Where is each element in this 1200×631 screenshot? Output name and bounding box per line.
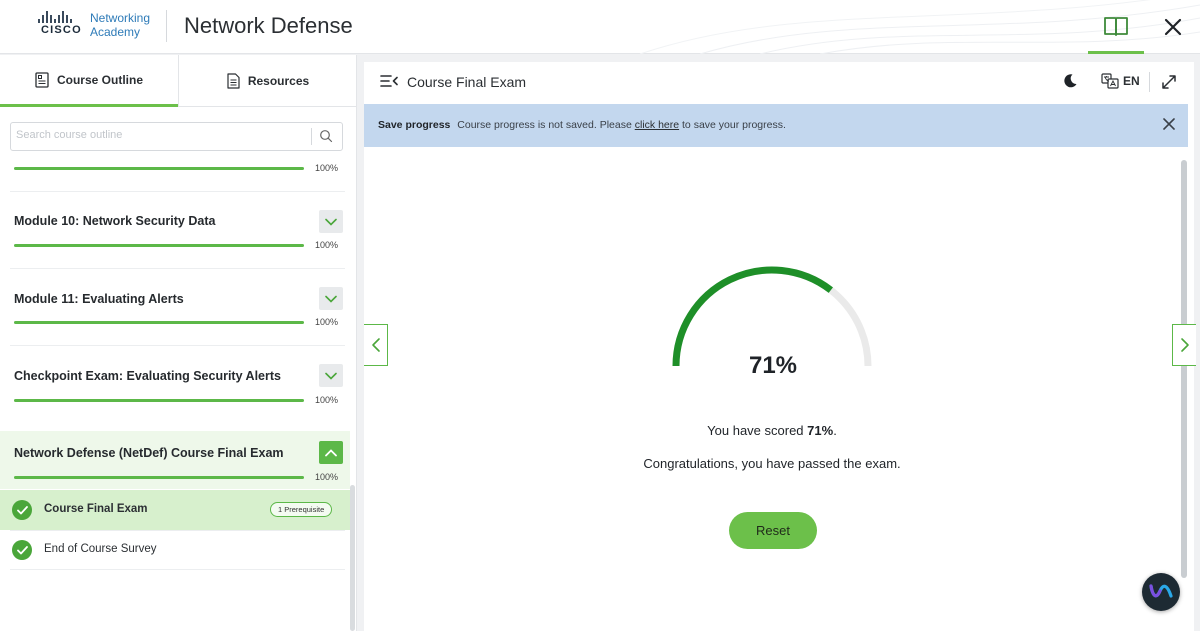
previous-page-button[interactable]	[364, 324, 388, 366]
book-icon	[1104, 16, 1128, 36]
outline-icon	[35, 71, 49, 88]
content-panel: Course Final Exam EN Save progress Cours…	[364, 62, 1194, 631]
divider	[10, 345, 345, 346]
dark-mode-icon[interactable]	[1062, 73, 1078, 89]
chevron-down-icon	[325, 218, 337, 226]
search-icon[interactable]	[319, 129, 333, 143]
completed-check-icon	[12, 540, 32, 560]
sidebar-tabs: Course Outline Resources	[0, 55, 356, 107]
module-progress-percent: 100%	[315, 163, 339, 173]
language-selector[interactable]: EN	[1101, 73, 1140, 89]
networking-academy-logo[interactable]: CISCO Networking Academy	[38, 11, 158, 41]
close-icon[interactable]	[1162, 117, 1176, 131]
page-title: Network Defense	[184, 13, 353, 38]
close-icon	[1164, 18, 1182, 36]
cisco-bars-icon	[38, 11, 72, 23]
fullscreen-icon[interactable]	[1161, 74, 1177, 90]
module-progress-percent: 100%	[315, 472, 339, 482]
networking-academy-text: Networking Academy	[90, 11, 151, 39]
outline-item-end-of-course-survey[interactable]: End of Course Survey	[0, 530, 350, 570]
tab-course-outline[interactable]: Course Outline	[0, 55, 178, 107]
outline-item-label: Course Final Exam	[44, 503, 148, 515]
prerequisite-badge[interactable]: 1 Prerequisite	[270, 502, 333, 517]
divider	[10, 268, 345, 269]
chevron-down-icon	[325, 372, 337, 380]
app-header: CISCO Networking Academy Network Defense	[0, 0, 1200, 54]
module-progress-percent: 100%	[315, 240, 339, 250]
course-sidebar: Course Outline Resources 100% Module 10:…	[0, 55, 357, 631]
score-percent: 71%	[748, 352, 798, 379]
chevron-left-icon	[371, 338, 380, 352]
module-collapse-button[interactable]	[319, 441, 343, 464]
document-icon	[227, 73, 240, 89]
chevron-up-icon	[325, 448, 337, 456]
header-divider	[166, 10, 167, 42]
collapse-menu-icon[interactable]	[380, 74, 398, 88]
chevron-down-icon	[325, 295, 337, 303]
search-separator	[311, 128, 312, 145]
module-progress-bar	[14, 476, 304, 479]
outline-item-course-final-exam[interactable]: Course Final Exam 1 Prerequisite	[0, 490, 350, 530]
save-progress-link[interactable]: click here	[635, 119, 679, 131]
content-scrollbar[interactable]	[1181, 160, 1187, 578]
webex-icon	[1149, 584, 1173, 598]
module-title[interactable]: Network Defense (NetDef) Course Final Ex…	[14, 446, 284, 460]
translate-icon	[1101, 73, 1119, 89]
chevron-right-icon	[1180, 338, 1189, 352]
search-box	[10, 122, 343, 151]
header-wave-pattern	[639, 0, 1200, 54]
search-input[interactable]	[16, 129, 306, 141]
module-progress-bar	[14, 167, 304, 170]
content-header: Course Final Exam EN	[364, 62, 1194, 103]
module-title[interactable]: Checkpoint Exam: Evaluating Security Ale…	[14, 369, 281, 383]
banner-text: Save progress Course progress is not sav…	[378, 119, 786, 131]
sidebar-scrollbar[interactable]	[350, 485, 355, 631]
module-title[interactable]: Module 10: Network Security Data	[14, 214, 215, 228]
module-progress-percent: 100%	[315, 317, 339, 327]
module-title[interactable]: Module 11: Evaluating Alerts	[14, 292, 184, 306]
module-expand-button[interactable]	[319, 210, 343, 233]
close-course-button[interactable]	[1148, 0, 1198, 54]
divider	[10, 191, 345, 192]
completed-check-icon	[12, 500, 32, 520]
module-progress-bar	[14, 399, 304, 402]
module-expand-button[interactable]	[319, 364, 343, 387]
reset-button[interactable]: Reset	[729, 512, 817, 549]
header-divider	[1149, 72, 1150, 92]
outline-item-label: End of Course Survey	[44, 543, 157, 555]
content-title: Course Final Exam	[407, 74, 527, 90]
divider	[10, 569, 345, 570]
cisco-wordmark: CISCO	[41, 24, 82, 36]
tab-resources[interactable]: Resources	[178, 55, 356, 107]
webex-assistant-button[interactable]	[1142, 573, 1180, 611]
next-page-button[interactable]	[1172, 324, 1196, 366]
course-book-button[interactable]	[1088, 0, 1144, 54]
language-code: EN	[1123, 74, 1140, 88]
module-progress-bar	[14, 244, 304, 247]
pass-message: Congratulations, you have passed the exa…	[643, 456, 901, 471]
module-progress-bar	[14, 321, 304, 324]
active-module-section	[0, 431, 350, 489]
score-message: You have scored 71%.	[707, 423, 837, 438]
save-progress-banner: Save progress Course progress is not sav…	[364, 104, 1188, 147]
module-expand-button[interactable]	[319, 287, 343, 310]
module-progress-percent: 100%	[315, 395, 339, 405]
